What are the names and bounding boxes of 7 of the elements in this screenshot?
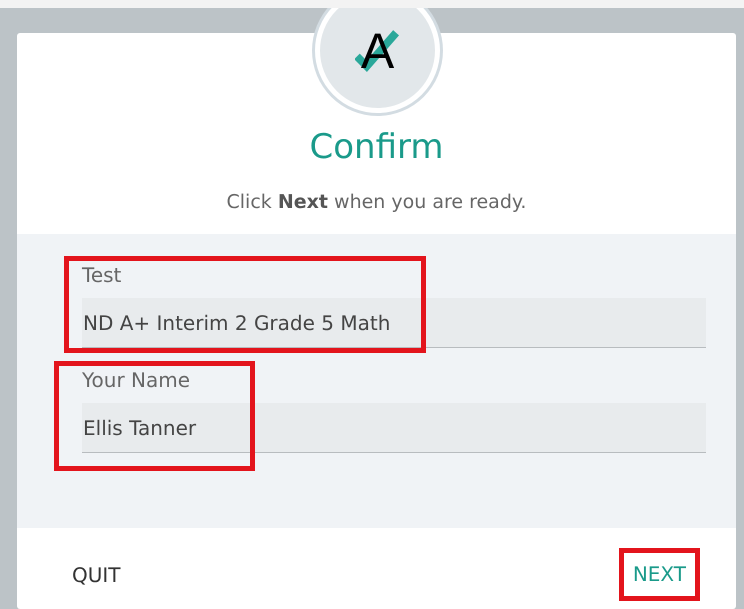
- dialog-title: Confirm: [309, 127, 444, 168]
- instruction-text: Click Next when you are ready.: [226, 190, 528, 215]
- field-label: Your Name: [82, 367, 190, 394]
- field-label: Test: [82, 262, 122, 290]
- text-field[interactable]: ND A+ Interim 2 Grade 5 Math: [82, 298, 706, 348]
- text-field[interactable]: Ellis Tanner: [82, 403, 706, 454]
- quit-button[interactable]: QUIT: [59, 552, 134, 598]
